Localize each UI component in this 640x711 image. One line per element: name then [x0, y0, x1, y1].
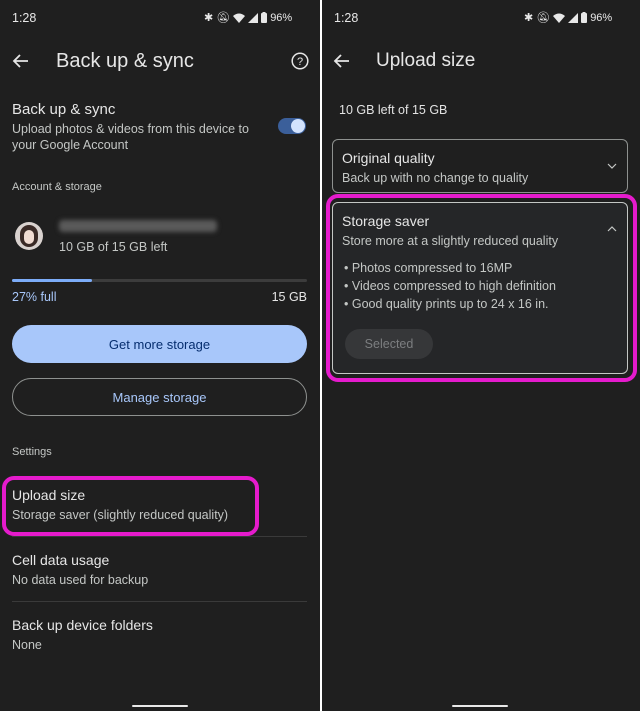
arrow-back-icon — [12, 54, 28, 68]
cell-data-usage-row[interactable]: Cell data usage No data used for backup — [0, 543, 307, 599]
cell-data-usage-value: No data used for backup — [12, 573, 149, 587]
screen-separator — [320, 0, 322, 711]
home-indicator[interactable] — [452, 705, 508, 707]
storage-total: 15 GB — [271, 290, 307, 304]
upload-size-highlight — [2, 476, 259, 536]
backup-sync-toggle[interactable] — [278, 118, 306, 134]
account-email-blurred — [59, 220, 217, 232]
status-time: 1:28 — [334, 11, 359, 25]
back-button[interactable] — [333, 52, 351, 70]
account-storage-label: Account & storage — [12, 181, 102, 193]
do-not-disturb-icon: 🔕︎ — [536, 12, 551, 24]
storage-progress-fill — [12, 279, 92, 282]
backup-sync-screen: 1:28 ✱ 🔕︎ 96% Back up & sync ? Back up &… — [0, 0, 320, 711]
battery-icon — [581, 12, 588, 23]
original-quality-option[interactable]: Original quality Back up with no change … — [332, 139, 628, 193]
get-more-storage-button[interactable]: Get more storage — [12, 325, 307, 363]
home-indicator[interactable] — [132, 705, 188, 707]
status-icons: ✱ 🔕︎ 96% — [204, 11, 293, 25]
storage-remaining: 10 GB left of 15 GB — [339, 103, 448, 117]
storage-progress-bar — [12, 279, 307, 282]
device-folders-value: None — [12, 638, 42, 652]
upload-size-screen: 1:28 ✱ 🔕︎ 96% Upload size 10 GB left of … — [322, 0, 640, 711]
battery-icon — [261, 12, 268, 23]
arrow-back-icon — [333, 54, 349, 68]
avatar — [15, 222, 43, 250]
help-icon: ? — [291, 52, 309, 70]
divider — [12, 601, 307, 602]
signal-icon — [248, 12, 259, 23]
storage-left: 10 GB of 15 GB left — [59, 240, 168, 254]
cell-data-usage-title: Cell data usage — [12, 552, 110, 568]
status-time: 1:28 — [12, 11, 37, 25]
backup-sync-title: Back up & sync — [12, 101, 116, 118]
device-folders-row[interactable]: Back up device folders None — [0, 608, 307, 664]
divider — [12, 536, 307, 537]
do-not-disturb-icon: 🔕︎ — [216, 12, 231, 24]
back-button[interactable] — [12, 52, 30, 70]
wifi-icon — [553, 13, 566, 23]
bluetooth-icon: ✱ — [524, 12, 534, 24]
page-title: Upload size — [376, 50, 476, 71]
settings-label: Settings — [12, 446, 52, 458]
chevron-down-icon — [607, 163, 617, 169]
original-quality-title: Original quality — [342, 150, 435, 166]
device-folders-title: Back up device folders — [12, 617, 153, 633]
status-icons: ✱ 🔕︎ 96% — [524, 11, 613, 25]
manage-storage-button[interactable]: Manage storage — [12, 378, 307, 416]
wifi-icon — [233, 13, 246, 23]
battery-percent: 96% — [590, 11, 613, 24]
storage-saver-highlight — [326, 194, 637, 382]
svg-text:?: ? — [297, 56, 303, 68]
page-title: Back up & sync — [56, 50, 194, 72]
battery-percent: 96% — [270, 11, 293, 24]
signal-icon — [568, 12, 579, 23]
original-quality-description: Back up with no change to quality — [342, 171, 529, 185]
toggle-thumb — [291, 119, 305, 133]
help-button[interactable]: ? — [291, 52, 309, 70]
storage-used-percent: 27% full — [12, 290, 57, 304]
backup-sync-description: Upload photos & videos from this device … — [12, 122, 249, 152]
bluetooth-icon: ✱ — [204, 12, 214, 24]
